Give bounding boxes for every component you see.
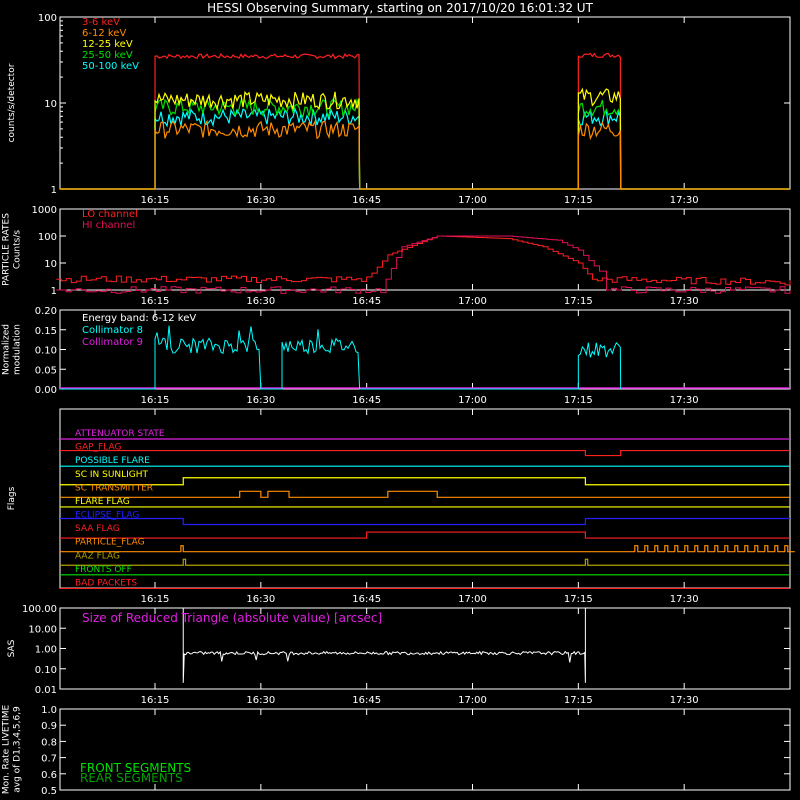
x-tick-label: 17:30 — [670, 695, 699, 706]
x-tick-label: 16:45 — [352, 695, 381, 706]
x-tick-label: 16:45 — [352, 195, 381, 206]
legend-entry: LO channel — [82, 209, 138, 220]
modulation-y-tick-label: 0.20 — [35, 306, 57, 317]
x-tick-label: 16:30 — [246, 296, 275, 307]
livetime-y-tick-label: 0.5 — [41, 786, 57, 797]
flag-label: SC IN SUNLIGHT — [75, 470, 149, 480]
livetime-y-tick-label: 0.6 — [41, 770, 57, 781]
particles-y-tick-label: 10 — [44, 259, 57, 270]
modulation-axis-label: Normalized — [2, 324, 12, 375]
x-tick-label: 17:00 — [458, 594, 487, 605]
legend-entry: 12-25 keV — [82, 39, 133, 50]
particles-y-tick-label: 100 — [38, 232, 57, 243]
modulation-y-tick-label: 0.10 — [35, 346, 57, 357]
flag-label: ECLIPSE_FLAG — [75, 511, 139, 521]
livetime-y-tick-label: 1.0 — [41, 705, 57, 716]
x-tick-label: 16:15 — [141, 296, 170, 307]
flag-label: FRONTS OFF — [75, 565, 132, 575]
x-tick-label: 16:30 — [246, 395, 275, 406]
x-tick-label: 16:30 — [246, 594, 275, 605]
flag-label: SC TRANSMITTER — [75, 483, 153, 493]
x-tick-label: 17:30 — [670, 594, 699, 605]
flag-label: AAZ FLAG — [75, 551, 120, 561]
flag-label: BAD PACKETS — [75, 578, 137, 588]
x-tick-label: 16:30 — [246, 195, 275, 206]
x-tick-label: 16:45 — [352, 395, 381, 406]
x-tick-label: 17:15 — [564, 695, 593, 706]
x-tick-label: 16:15 — [141, 195, 170, 206]
livetime-y-tick-label: 0.7 — [41, 754, 57, 765]
x-tick-label: 16:45 — [352, 594, 381, 605]
sas-y-tick-label: 0.01 — [35, 685, 57, 696]
sas-y-tick-label: 10.00 — [28, 624, 57, 635]
counts-axis-label: counts/s/detector — [7, 63, 17, 142]
x-tick-label: 17:15 — [564, 395, 593, 406]
livetime-axis-label: avg of D1,3,4,5,6,9 — [13, 706, 23, 793]
flag-label: FLARE FLAG — [75, 497, 130, 507]
x-tick-label: 16:15 — [141, 395, 170, 406]
sas-annotation: Size of Reduced Triangle (absolute value… — [82, 611, 382, 625]
hessi-summary-figure: HESSI Observing Summary, starting on 201… — [0, 0, 800, 800]
counts-y-tick-label: 10 — [44, 99, 57, 110]
x-tick-label: 17:00 — [458, 195, 487, 206]
counts-y-tick-label: 1 — [51, 185, 57, 196]
flag-label: ATTENUATOR STATE — [75, 429, 165, 439]
sas-y-tick-label: 100.00 — [22, 604, 57, 615]
flag-label: POSSIBLE FLARE — [75, 456, 150, 466]
livetime-axis-label: Mon. Rate LIVETIME — [2, 705, 12, 795]
x-tick-label: 16:15 — [141, 695, 170, 706]
x-tick-label: 17:30 — [670, 195, 699, 206]
livetime-y-tick-label: 0.8 — [41, 737, 57, 748]
sas-y-tick-label: 1.00 — [35, 645, 57, 656]
legend-entry: Collimator 8 — [82, 325, 143, 336]
particles-y-tick-label: 1 — [51, 286, 57, 297]
x-tick-label: 17:15 — [564, 594, 593, 605]
sas-y-tick-label: 0.10 — [35, 665, 57, 676]
x-tick-label: 17:00 — [458, 695, 487, 706]
x-tick-label: 17:15 — [564, 195, 593, 206]
sas-axis-label: SAS — [7, 639, 17, 657]
particles-y-tick-label: 1000 — [32, 205, 57, 216]
particles-axis-label: Counts/s — [13, 230, 23, 269]
legend-entry: 6-12 keV — [82, 28, 126, 39]
livetime-y-tick-label: 0.9 — [41, 721, 57, 732]
counts-y-tick-label: 100 — [38, 13, 57, 24]
figure-title: HESSI Observing Summary, starting on 201… — [207, 1, 593, 15]
flag-label: SAA FLAG — [75, 524, 120, 534]
flags-axis-label: Flags — [7, 486, 17, 510]
legend-entry: Collimator 9 — [82, 337, 143, 348]
modulation-y-tick-label: 0.05 — [35, 365, 57, 376]
x-tick-label: 16:30 — [246, 695, 275, 706]
x-tick-label: 17:00 — [458, 395, 487, 406]
x-tick-label: 17:30 — [670, 296, 699, 307]
flag-label: PARTICLE_FLAG — [75, 538, 145, 548]
legend-title: Energy band: 6-12 keV — [82, 313, 196, 324]
legend-entry: HI channel — [82, 220, 135, 231]
legend-entry: REAR SEGMENTS — [80, 771, 183, 785]
legend-entry: 50-100 keV — [82, 61, 139, 72]
particles-axis-label: PARTICLE RATES — [2, 213, 12, 286]
x-tick-label: 16:45 — [352, 296, 381, 307]
modulation-axis-label: modulation — [13, 324, 23, 375]
flag-label: GAP_FLAG — [75, 443, 121, 453]
x-tick-label: 17:15 — [564, 296, 593, 307]
x-tick-label: 17:30 — [670, 395, 699, 406]
x-tick-label: 17:00 — [458, 296, 487, 307]
modulation-y-tick-label: 0.00 — [35, 385, 57, 396]
legend-entry: 3-6 keV — [82, 17, 120, 28]
legend-entry: 25-50 keV — [82, 50, 133, 61]
modulation-y-tick-label: 0.15 — [35, 326, 57, 337]
x-tick-label: 16:15 — [141, 594, 170, 605]
